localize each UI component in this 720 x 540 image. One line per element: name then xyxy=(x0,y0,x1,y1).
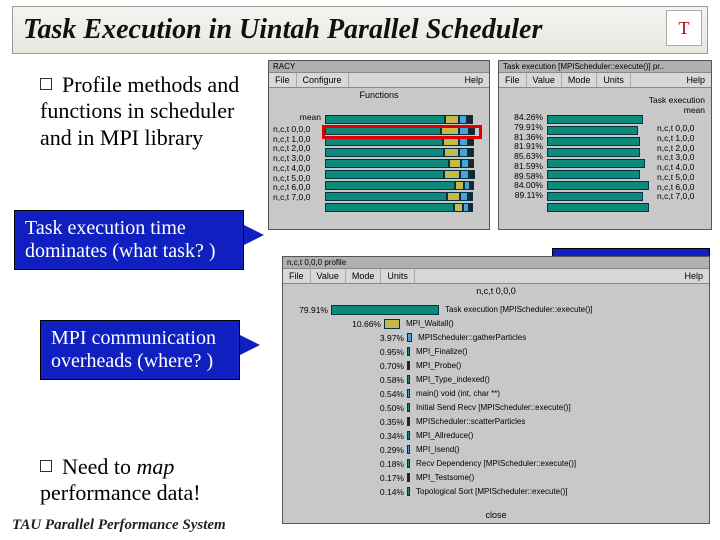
bullet-2-pre: Need to xyxy=(62,454,137,479)
menubar: File Value Mode Units Help xyxy=(499,73,711,88)
window-titlebar: Task execution [MPIScheduler::execute()]… xyxy=(499,61,711,73)
row-pct: 0.95% xyxy=(289,347,407,357)
row-txt: MPI_Allreduce() xyxy=(410,431,473,441)
bullet-2: Need to map performance data! xyxy=(40,454,265,507)
row-pct: 0.29% xyxy=(289,445,407,455)
profile-rows: 79.91% Task execution [MPIScheduler::exe… xyxy=(289,303,703,499)
row-txt: MPI_Probe() xyxy=(410,361,461,371)
profiler-window-distribution: Task execution [MPIScheduler::execute()]… xyxy=(498,60,712,230)
row-txt: MPI_Finalize() xyxy=(410,347,468,357)
profiler-window-profile: n,c,t 0,0,0 profile File Value Mode Unit… xyxy=(282,256,710,524)
row-pct: 0.14% xyxy=(289,487,407,497)
menu-help[interactable]: Help xyxy=(678,269,709,283)
bars-area xyxy=(547,113,649,213)
bullet-icon xyxy=(40,460,52,472)
node-labels: n,c,t 0,0,0 n,c,t 1,0,0 n,c,t 2,0,0 n,c,… xyxy=(657,124,694,202)
percent-column: 84.26% 79.91% 81.36% 81.91% 85.63% 81.59… xyxy=(503,113,543,201)
logo-box: T xyxy=(666,10,702,46)
row-txt: Topological Sort [MPIScheduler::execute(… xyxy=(410,487,568,497)
menu-help[interactable]: Help xyxy=(680,73,711,87)
row-pct: 0.18% xyxy=(289,459,407,469)
row-pct: 0.50% xyxy=(289,403,407,413)
row-pct: 0.34% xyxy=(289,431,407,441)
row-pct: 79.91% xyxy=(289,305,331,315)
callout-arrow-icon xyxy=(240,335,260,355)
row-pct: 3.97% xyxy=(289,333,407,343)
node-label: n,c,t 7,0,0 xyxy=(657,192,694,202)
callout-task-dominates: Task execution time dominates (what task… xyxy=(14,210,244,270)
row-txt: main() void (int, char **) xyxy=(410,389,500,399)
menu-configure[interactable]: Configure xyxy=(297,73,349,87)
profiler-window-functions: RACY File Configure Help Functions mean … xyxy=(268,60,490,230)
menu-file[interactable]: File xyxy=(499,73,527,87)
callout-arrow-icon xyxy=(244,225,264,245)
bullet-1-text: Profile methods and functions in schedul… xyxy=(40,72,239,150)
window-titlebar: n,c,t 0,0,0 profile xyxy=(283,257,709,269)
pct-value: 89.11% xyxy=(503,191,543,201)
row-txt: MPI_Testsome() xyxy=(410,473,474,483)
row-txt: MPI_Isend() xyxy=(410,445,460,455)
menu-units[interactable]: Units xyxy=(597,73,631,87)
bullet-2-em: map xyxy=(137,454,175,479)
bullet-2-post: performance data! xyxy=(40,480,201,505)
row-txt: MPI_Type_indexed() xyxy=(410,375,490,385)
menu-value[interactable]: Value xyxy=(311,269,346,283)
window-subtitle: Functions xyxy=(269,88,489,102)
node-labels: mean n,c,t 0,0,0 n,c,t 1,0,0 n,c,t 2,0,0… xyxy=(273,113,321,203)
footer-text: TAU Parallel Performance System xyxy=(12,517,226,534)
callout-mpi-overheads: MPI communication overheads (where? ) xyxy=(40,320,240,380)
menu-file[interactable]: File xyxy=(269,73,297,87)
row-txt: Recv Dependency [MPIScheduler::execute()… xyxy=(410,459,576,469)
row-pct: 10.66% xyxy=(289,319,384,329)
menubar: File Value Mode Units Help xyxy=(283,269,709,284)
window-titlebar: RACY xyxy=(269,61,489,73)
menu-help[interactable]: Help xyxy=(458,73,489,87)
menu-value[interactable]: Value xyxy=(527,73,562,87)
node-label: n,c,t 7,0,0 xyxy=(273,193,321,203)
close-button[interactable]: close xyxy=(283,510,709,520)
logo-glyph: T xyxy=(679,18,690,39)
slide-title: Task Execution in Uintah Parallel Schedu… xyxy=(23,14,542,46)
row-pct: 0.35% xyxy=(289,417,407,427)
menu-mode[interactable]: Mode xyxy=(346,269,382,283)
row-pct: 0.17% xyxy=(289,473,407,483)
row-txt: Initial Send Recv [MPIScheduler::execute… xyxy=(410,403,571,413)
menu-mode[interactable]: Mode xyxy=(562,73,598,87)
row-pct: 0.54% xyxy=(289,389,407,399)
row-txt: MPI_Waitall() xyxy=(400,319,454,329)
row-txt: Task execution [MPIScheduler::execute()] xyxy=(439,305,593,315)
menubar: File Configure Help xyxy=(269,73,489,88)
bullet-icon xyxy=(40,78,52,90)
row-txt: MPIScheduler::gatherParticles xyxy=(412,333,526,343)
mean-label: mean xyxy=(273,113,321,123)
window-subtitle: Task execution mean xyxy=(649,95,705,115)
highlight-box xyxy=(322,125,482,139)
menu-file[interactable]: File xyxy=(283,269,311,283)
row-txt: MPIScheduler::scatterParticles xyxy=(410,417,525,427)
menu-units[interactable]: Units xyxy=(381,269,415,283)
window-subtitle: n,c,t 0,0,0 xyxy=(283,284,709,298)
row-pct: 0.70% xyxy=(289,361,407,371)
row-pct: 0.58% xyxy=(289,375,407,385)
bullet-1: Profile methods and functions in schedul… xyxy=(40,72,265,151)
title-band: Task Execution in Uintah Parallel Schedu… xyxy=(12,6,708,54)
slide: Task Execution in Uintah Parallel Schedu… xyxy=(0,0,720,540)
